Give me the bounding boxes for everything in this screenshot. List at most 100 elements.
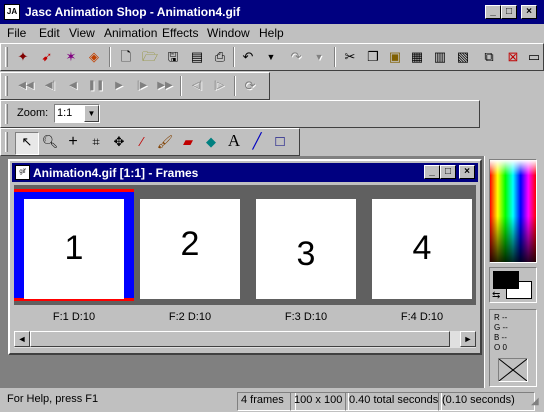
previous-frame-icon[interactable]: ◀| <box>41 77 59 95</box>
zoom-select[interactable]: 1:1 ▼ <box>54 104 100 123</box>
save-icon[interactable]: 🖫 <box>164 48 182 66</box>
menu-bar: File Edit View Animation Effects Window … <box>0 24 544 42</box>
undo-dropdown-icon[interactable]: ▼ <box>262 48 280 66</box>
toolbar-grip[interactable] <box>5 47 8 67</box>
frames-window: gif Animation4.gif [1:1] - Frames _ □ × … <box>8 159 482 355</box>
text-tool-icon[interactable]: A <box>225 132 243 150</box>
banner-wizard-icon[interactable]: ✶ <box>62 48 80 66</box>
save-as-icon[interactable]: ▤ <box>188 48 206 66</box>
color-palette[interactable] <box>489 159 537 263</box>
main-toolbar: ✦ ➹ ✶ ◈ 🗋 🗁 🖫 ▤ ⎙ ↶ ▼ ↷ ▼ ✂ ❐ ▣ ▦ ▥ ▧ ⧉ … <box>0 43 544 71</box>
crosshair-tool-icon[interactable]: + <box>64 133 82 151</box>
delete-icon[interactable]: ⊠ <box>504 48 522 66</box>
menu-window[interactable]: Window <box>207 26 250 40</box>
zoom-tool-icon[interactable]: 🔍︎ <box>41 133 59 151</box>
color-info: R -- G -- B -- O 0 <box>489 309 537 387</box>
toolbar-separator <box>109 47 111 67</box>
zoom-label: Zoom: <box>17 107 49 119</box>
frame-label: F:2 D:10 <box>168 311 212 323</box>
frame-labels: F:1 D:10 F:2 D:10 F:3 D:10 F:4 D:10 <box>14 307 476 331</box>
document-icon[interactable]: gif <box>15 165 30 180</box>
menu-effects[interactable]: Effects <box>162 26 198 40</box>
close-button[interactable]: × <box>521 5 537 19</box>
open-icon[interactable]: 🗁 <box>141 48 159 66</box>
dropper-tool-icon[interactable]: ⁄ <box>133 133 151 151</box>
frame-thumbnail[interactable]: 1 <box>24 199 124 299</box>
paste-after-icon[interactable]: ▥ <box>431 48 449 66</box>
tools-toolbar: ↖ 🔍︎ + ⌗ ✥ ⁄ 🖌︎ ▰ ◆ A ╱ □ <box>0 128 300 156</box>
frame-thumbnail[interactable]: 2 <box>140 199 240 299</box>
scroll-right-button[interactable]: ► <box>460 331 476 347</box>
insert-frames-icon[interactable]: ⧉ <box>480 48 498 66</box>
paintbrush-tool-icon[interactable]: 🖌︎ <box>156 133 174 151</box>
frames-minimize-button[interactable]: _ <box>424 165 440 179</box>
next-frame-icon[interactable]: |▶ <box>133 77 151 95</box>
resize-grip-icon[interactable]: ◢ <box>531 396 539 407</box>
redo-icon[interactable]: ↷ <box>287 48 305 66</box>
wizard-icon[interactable]: ✦ <box>14 48 32 66</box>
menu-help[interactable]: Help <box>259 26 284 40</box>
no-color-icon <box>498 358 528 382</box>
foreground-color-swatch[interactable] <box>493 271 519 289</box>
red-value: R -- <box>494 313 508 322</box>
crop-tool-icon[interactable]: ⌗ <box>87 133 105 151</box>
eraser-tool-icon[interactable]: ▰ <box>179 133 197 151</box>
copy-icon[interactable]: ❐ <box>364 48 382 66</box>
optimize-icon[interactable]: ◈ <box>85 48 103 66</box>
paste-icon[interactable]: ▣ <box>386 48 404 66</box>
blue-value: B -- <box>494 333 507 342</box>
maximize-button[interactable]: □ <box>501 5 517 19</box>
animation-wizard-icon[interactable]: ➹ <box>38 48 56 66</box>
frame-number: 4 <box>412 229 432 267</box>
app-icon[interactable]: JA <box>4 4 20 20</box>
opacity-value: O 0 <box>494 343 507 352</box>
horizontal-scrollbar[interactable]: ◄ ► <box>14 331 476 348</box>
minimize-button[interactable]: _ <box>485 5 501 19</box>
frame-label: F:4 D:10 <box>400 311 444 323</box>
redo-dropdown-icon[interactable]: ▼ <box>310 48 328 66</box>
menu-view[interactable]: View <box>69 26 95 40</box>
play-icon[interactable]: ▶ <box>110 77 128 95</box>
properties-icon[interactable]: ▭ <box>525 48 543 66</box>
status-bar: For Help, press F1 4 frames 100 x 100 0.… <box>0 388 544 412</box>
view-animation-icon[interactable]: ⟳ <box>241 77 259 95</box>
scroll-left-button[interactable]: ◄ <box>14 331 30 347</box>
fill-tool-icon[interactable]: ◆ <box>202 133 220 151</box>
paste-as-new-icon[interactable]: ▦ <box>408 48 426 66</box>
menu-animation[interactable]: Animation <box>104 26 157 40</box>
frame-label: F:3 D:10 <box>284 311 328 323</box>
toolbar-separator <box>234 76 236 96</box>
toolbar-grip[interactable] <box>5 104 8 124</box>
mover-tool-icon[interactable]: ✥ <box>110 133 128 151</box>
frame-number: 2 <box>180 225 200 263</box>
cut-icon[interactable]: ✂ <box>341 48 359 66</box>
play-reverse-icon[interactable]: ◀ <box>64 77 82 95</box>
frames-window-title: Animation4.gif [1:1] - Frames <box>33 166 199 180</box>
new-icon[interactable]: 🗋 <box>117 48 135 66</box>
pause-icon[interactable]: ❚❚ <box>87 77 105 95</box>
zoom-value: 1:1 <box>57 107 73 119</box>
last-frame-icon[interactable]: ▶▶ <box>156 77 174 95</box>
rectangle-tool-icon[interactable]: □ <box>271 133 289 151</box>
arrow-tool-icon[interactable]: ↖ <box>15 132 39 155</box>
zoom-toolbar: Zoom: 1:1 ▼ <box>0 100 480 128</box>
undo-icon[interactable]: ↶ <box>239 48 257 66</box>
paste-before-icon[interactable]: ▧ <box>454 48 472 66</box>
toolbar-grip[interactable] <box>5 76 8 96</box>
toolbar-grip[interactable] <box>5 132 8 152</box>
scroll-thumb[interactable] <box>30 331 450 347</box>
menu-file[interactable]: File <box>7 26 26 40</box>
step-back-icon[interactable]: ◁| <box>188 77 206 95</box>
chevron-down-icon[interactable]: ▼ <box>84 105 99 122</box>
menu-edit[interactable]: Edit <box>39 26 60 40</box>
line-tool-icon[interactable]: ╱ <box>248 133 266 151</box>
frame-thumbnail[interactable]: 3 <box>256 199 356 299</box>
first-frame-icon[interactable]: ◀◀ <box>17 77 35 95</box>
frames-close-button[interactable]: × <box>459 165 475 179</box>
step-forward-icon[interactable]: |▷ <box>210 77 228 95</box>
frame-thumbnail[interactable]: 4 <box>372 199 472 299</box>
swap-colors-icon[interactable]: ⇆ <box>492 290 500 301</box>
frames-maximize-button[interactable]: □ <box>440 165 456 179</box>
print-icon[interactable]: ⎙ <box>211 48 229 66</box>
toolbar-separator <box>334 47 336 67</box>
